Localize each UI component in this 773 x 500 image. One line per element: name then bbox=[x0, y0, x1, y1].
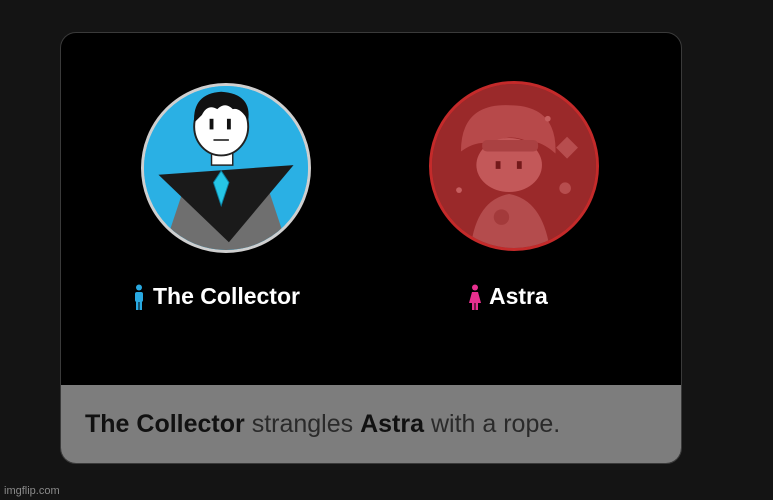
collector-portrait bbox=[144, 86, 308, 250]
tribute-name: Astra bbox=[489, 283, 548, 309]
tribute-name: The Collector bbox=[153, 283, 300, 309]
event-actor: The Collector bbox=[85, 409, 245, 438]
event-verb: strangles bbox=[244, 409, 361, 438]
avatar-dead bbox=[429, 81, 599, 251]
avatar bbox=[141, 83, 311, 253]
astra-portrait bbox=[432, 84, 596, 248]
female-icon bbox=[469, 284, 481, 310]
male-icon bbox=[133, 284, 145, 310]
event-card: The Collector Astra The Collector strang… bbox=[60, 32, 682, 464]
event-target: Astra bbox=[360, 409, 425, 438]
event-description: The Collector strangles Astra with a rop… bbox=[61, 385, 681, 463]
tribute-name-row: The Collector bbox=[133, 283, 300, 310]
event-rest: with a rope. bbox=[424, 409, 561, 438]
tribute-name-row: Astra bbox=[469, 283, 548, 310]
watermark: imgflip.com bbox=[4, 485, 60, 497]
